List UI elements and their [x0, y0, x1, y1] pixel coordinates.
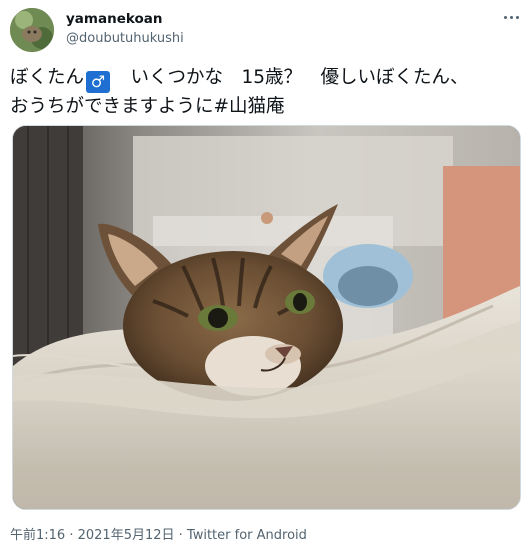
- male-sign-icon: ♂: [86, 71, 111, 93]
- tweet-text-segment: おうちができますように: [10, 96, 214, 117]
- more-options-icon[interactable]: [498, 6, 524, 28]
- display-name[interactable]: yamanekoan: [66, 11, 162, 27]
- tweet-text: ぼくたん ♂ いくつかな 15歳？ 優しいぼくたん、 おうちができますように#山猫…: [10, 64, 520, 120]
- hashtag-link[interactable]: #山猫庵: [214, 96, 285, 117]
- tweet-source[interactable]: Twitter for Android: [187, 528, 307, 543]
- tweet-date[interactable]: 2021年5月12日: [78, 528, 175, 543]
- avatar-image: [10, 8, 54, 52]
- tweet-photo[interactable]: [12, 125, 521, 510]
- separator: ·: [174, 528, 187, 543]
- separator: ·: [65, 528, 78, 543]
- cat-photo: [13, 126, 520, 509]
- tweet-line-2: おうちができますように#山猫庵: [10, 93, 520, 120]
- tweet: yamanekoan @doubutuhukushi ぼくたん ♂ いくつかな 1…: [0, 0, 531, 551]
- avatar[interactable]: [10, 8, 54, 52]
- tweet-line-1: ぼくたん ♂ いくつかな 15歳？ 優しいぼくたん、: [10, 64, 520, 93]
- tweet-metadata: 午前1:16 · 2021年5月12日 · Twitter for Androi…: [10, 524, 307, 543]
- user-handle[interactable]: @doubutuhukushi: [66, 31, 184, 46]
- tweet-text-segment: ぼくたん: [10, 67, 85, 88]
- tweet-text-segment: いくつかな 15歳？ 優しいぼくたん、: [112, 67, 469, 88]
- tweet-time[interactable]: 午前1:16: [10, 528, 65, 543]
